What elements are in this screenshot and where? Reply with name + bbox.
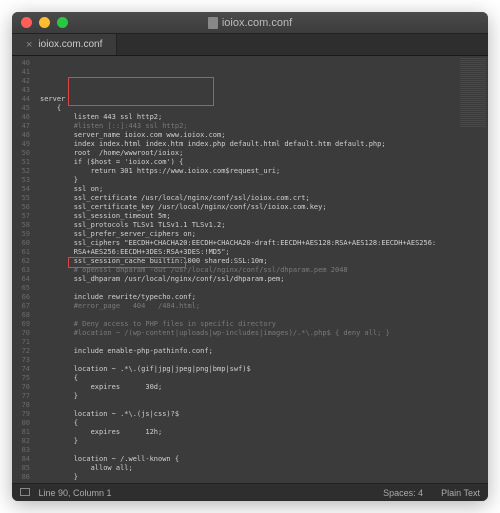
- code-line[interactable]: location ~ /.well-known {: [40, 455, 488, 464]
- tab-label: ioiox.com.conf: [38, 39, 102, 50]
- close-tab-icon[interactable]: ×: [26, 39, 32, 51]
- code-line[interactable]: root /home/wwwroot/ioiox;: [40, 149, 488, 158]
- code-line[interactable]: index index.html index.htm index.php def…: [40, 140, 488, 149]
- status-right: Spaces: 4 Plain Text: [383, 488, 480, 498]
- panel-icon[interactable]: [20, 488, 30, 496]
- code-line[interactable]: }: [40, 392, 488, 401]
- code-area[interactable]: server { listen 443 ssl http2; #listen […: [34, 56, 488, 483]
- code-line[interactable]: include enable-php-pathinfo.conf;: [40, 347, 488, 356]
- code-line[interactable]: #location ~ /(wp-content|uploads|wp-incl…: [40, 329, 488, 338]
- code-line[interactable]: location ~ .*\.(js|css)?$: [40, 410, 488, 419]
- status-left: Line 90, Column 1: [20, 488, 112, 498]
- code-line[interactable]: #listen [::]:443 ssl http2;: [40, 122, 488, 131]
- code-line[interactable]: [40, 284, 488, 293]
- code-line[interactable]: }: [40, 176, 488, 185]
- editor-window: ioiox.com.conf × ioiox.com.conf 40 41 42…: [12, 12, 488, 501]
- code-line[interactable]: if ($host = 'ioiox.com') {: [40, 158, 488, 167]
- cursor-position[interactable]: Line 90, Column 1: [39, 488, 112, 498]
- code-line[interactable]: [40, 482, 488, 483]
- syntax-mode[interactable]: Plain Text: [441, 488, 480, 498]
- code-line[interactable]: allow all;: [40, 464, 488, 473]
- line-gutter: 40 41 42 43 44 45 46 47 48 49 50 51 52 5…: [12, 56, 34, 483]
- tab-bar[interactable]: × ioiox.com.conf: [12, 34, 488, 56]
- code-line[interactable]: server_name ioiox.com www.ioiox.com;: [40, 131, 488, 140]
- code-line[interactable]: location ~ .*\.(gif|jpg|jpeg|png|bmp|swf…: [40, 365, 488, 374]
- code-line[interactable]: {: [40, 419, 488, 428]
- code-line[interactable]: ssl_session_cache builtin:1000 shared:SS…: [40, 257, 488, 266]
- code-line[interactable]: listen 443 ssl http2;: [40, 113, 488, 122]
- code-line[interactable]: ssl_ciphers "EECDH+CHACHA20:EECDH+CHACHA…: [40, 239, 488, 248]
- indent-setting[interactable]: Spaces: 4: [383, 488, 423, 498]
- titlebar[interactable]: ioiox.com.conf: [12, 12, 488, 34]
- code-line[interactable]: ssl_protocols TLSv1 TLSv1.1 TLSv1.2;: [40, 221, 488, 230]
- code-line[interactable]: [40, 338, 488, 347]
- code-line[interactable]: ssl_certificate_key /usr/local/nginx/con…: [40, 203, 488, 212]
- status-bar: Line 90, Column 1 Spaces: 4 Plain Text: [12, 483, 488, 501]
- code-line[interactable]: [40, 446, 488, 455]
- window-title-text: ioiox.com.conf: [222, 17, 292, 29]
- code-line[interactable]: [40, 311, 488, 320]
- window-title: ioiox.com.conf: [12, 17, 488, 29]
- code-line[interactable]: include rewrite/typecho.conf;: [40, 293, 488, 302]
- code-line[interactable]: expires 12h;: [40, 428, 488, 437]
- code-line[interactable]: ssl_certificate /usr/local/nginx/conf/ss…: [40, 194, 488, 203]
- code-line[interactable]: {: [40, 104, 488, 113]
- tab-active[interactable]: × ioiox.com.conf: [12, 34, 117, 55]
- code-line[interactable]: ssl_prefer_server_ciphers on;: [40, 230, 488, 239]
- code-line[interactable]: }: [40, 473, 488, 482]
- code-line[interactable]: ssl_session_timeout 5m;: [40, 212, 488, 221]
- minimap[interactable]: [458, 56, 488, 483]
- code-line[interactable]: {: [40, 374, 488, 383]
- code-line[interactable]: # openssl dhparam -out /usr/local/nginx/…: [40, 266, 488, 275]
- code-line[interactable]: RSA+AES256:EECDH+3DES:RSA+3DES:!MD5";: [40, 248, 488, 257]
- code-line[interactable]: #error_page 404 /404.html;: [40, 302, 488, 311]
- code-line[interactable]: }: [40, 437, 488, 446]
- file-icon: [208, 17, 218, 29]
- editor-body: 40 41 42 43 44 45 46 47 48 49 50 51 52 5…: [12, 56, 488, 483]
- code-line[interactable]: ssl_dhparam /usr/local/nginx/conf/ssl/dh…: [40, 275, 488, 284]
- code-line[interactable]: return 301 https://www.ioiox.com$request…: [40, 167, 488, 176]
- code-line[interactable]: ssl on;: [40, 185, 488, 194]
- code-line[interactable]: server: [40, 95, 488, 104]
- code-line[interactable]: [40, 356, 488, 365]
- code-line[interactable]: [40, 401, 488, 410]
- code-line[interactable]: # Deny access to PHP files in specific d…: [40, 320, 488, 329]
- code-line[interactable]: expires 30d;: [40, 383, 488, 392]
